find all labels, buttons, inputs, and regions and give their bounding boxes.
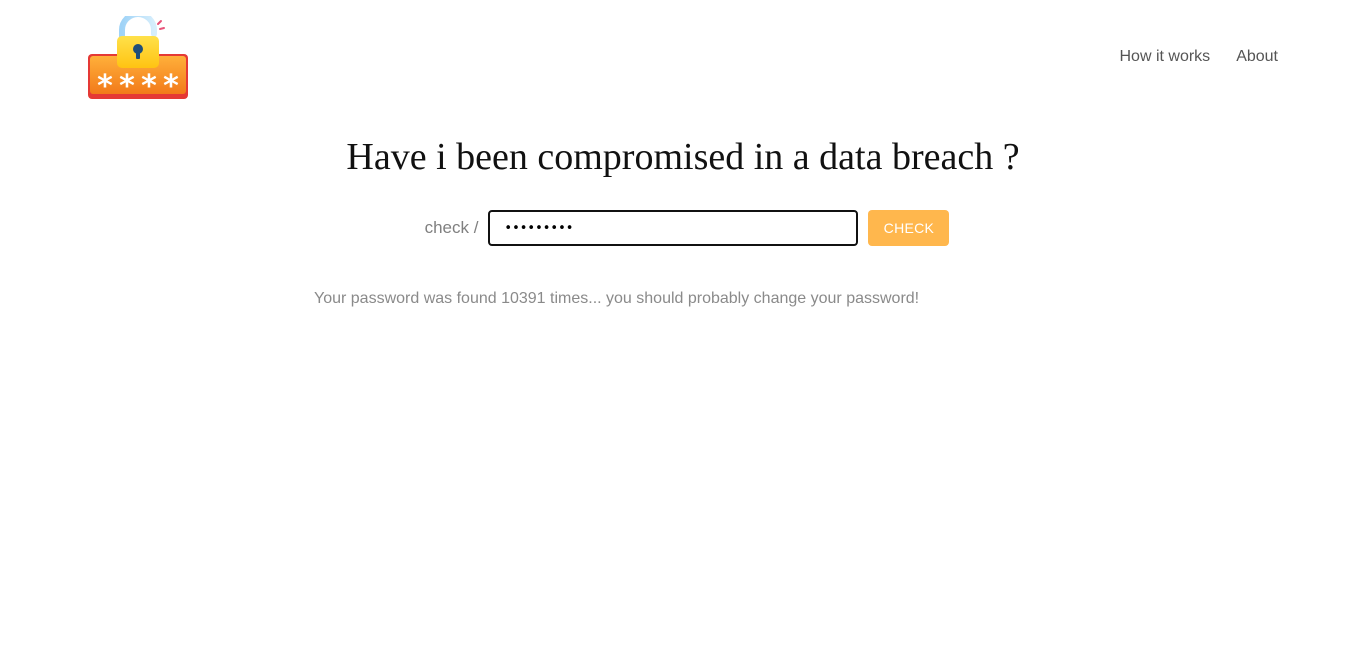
check-label: check / bbox=[424, 218, 479, 237]
svg-text:*: * bbox=[119, 69, 135, 102]
check-form: check / CHECK bbox=[0, 210, 1366, 246]
top-nav: How it works About bbox=[1120, 48, 1279, 66]
svg-text:*: * bbox=[141, 69, 157, 102]
svg-text:*: * bbox=[97, 69, 113, 102]
password-input[interactable] bbox=[488, 210, 859, 246]
page-title: Have i been compromised in a data breach… bbox=[346, 136, 1020, 178]
svg-text:*: * bbox=[163, 69, 179, 102]
page: * * * * How it works About Have i been c… bbox=[0, 0, 1366, 663]
nav-link-about[interactable]: About bbox=[1236, 48, 1278, 66]
check-button[interactable]: CHECK bbox=[868, 210, 950, 246]
result-message: Your password was found 10391 times... y… bbox=[314, 290, 920, 307]
padlock-logo-icon[interactable]: * * * * bbox=[86, 11, 190, 104]
nav-link-how-it-works[interactable]: How it works bbox=[1120, 48, 1211, 66]
